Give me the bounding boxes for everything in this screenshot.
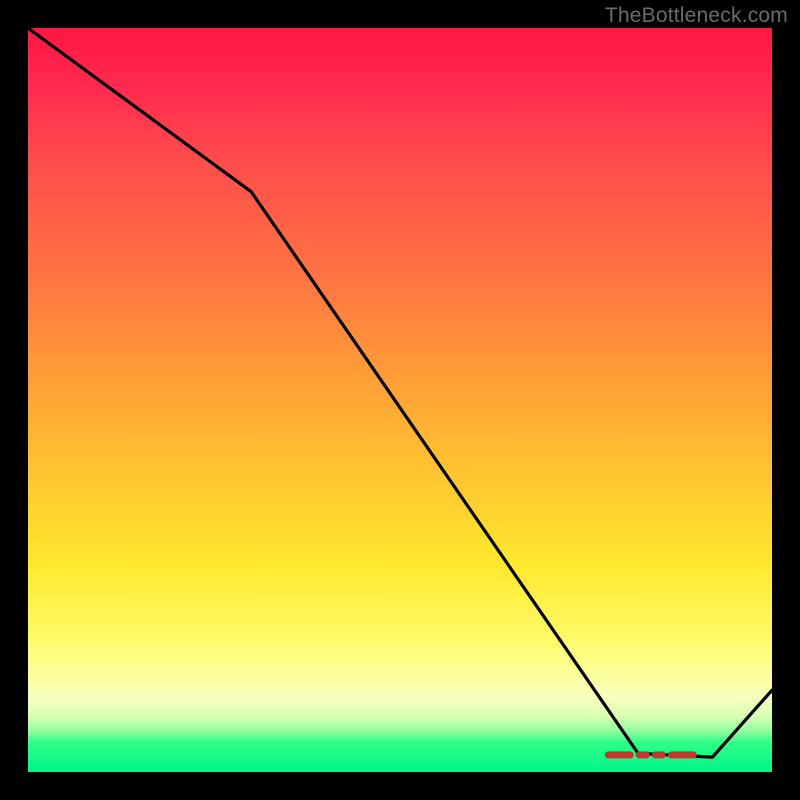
chart-lines-layer xyxy=(28,28,772,772)
chart-plot-area xyxy=(28,28,772,772)
bottleneck-curve-line xyxy=(28,28,772,757)
watermark-text: TheBottleneck.com xyxy=(605,4,788,28)
